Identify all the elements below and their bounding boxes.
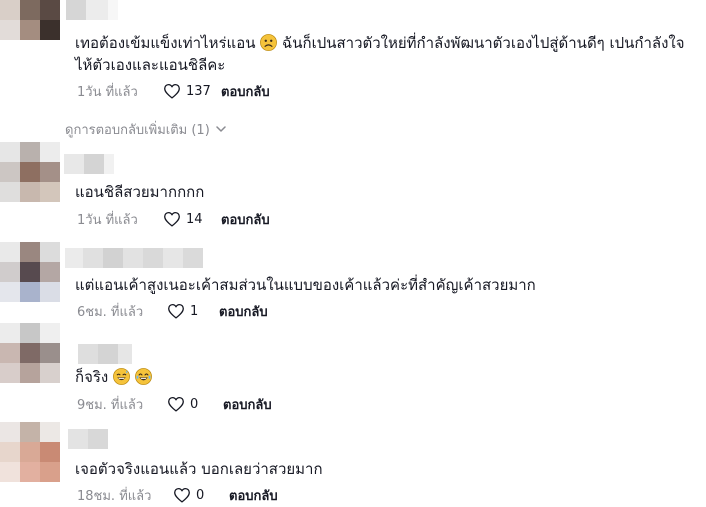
like-button[interactable]: 1 (167, 303, 219, 319)
comment-text: แต่แอนเค้าสูงเนอะเค้าสมส่วนในแบบของเค้าแ… (75, 276, 536, 294)
comment-text: แอนชิลีสวยมากกกก (75, 183, 205, 201)
reply-button[interactable]: ตอบกลับ (221, 209, 270, 230)
comment-text: เทอต้องเข้มแข็งเท่าไหร่แอน ฉันก็เปนสาวตั… (75, 34, 685, 52)
heart-outline-icon (168, 303, 184, 319)
like-count: 0 (196, 487, 205, 503)
avatar[interactable] (0, 323, 60, 383)
username-blurred[interactable] (64, 154, 114, 174)
comment-time: 18ชม. ที่แล้ว (77, 488, 152, 504)
tears-of-joy-face-emoji-icon (134, 368, 152, 385)
reply-button[interactable]: ตอบกลับ (219, 301, 268, 322)
avatar[interactable] (0, 0, 60, 60)
comment-time: 1วัน ที่แล้ว (77, 212, 138, 228)
heart-outline-icon (164, 83, 180, 99)
like-button[interactable]: 0 (167, 396, 223, 412)
comment-meta: 6ชม. ที่แล้ว 1 ตอบกลับ (77, 301, 268, 321)
reply-button[interactable]: ตอบกลับ (229, 485, 278, 506)
comment-time: 6ชม. ที่แล้ว (77, 304, 144, 320)
heart-outline-icon (174, 487, 190, 503)
view-more-replies-button[interactable]: ดูการตอบกลับเพิ่มเติม (1) (65, 119, 226, 139)
avatar[interactable] (0, 242, 60, 302)
comment-meta: 1วัน ที่แล้ว 137 ตอบกลับ (77, 81, 270, 101)
frowning-face-emoji-icon (260, 34, 278, 51)
chevron-down-icon (216, 126, 226, 132)
comment-meta: 1วัน ที่แล้ว 14 ตอบกลับ (77, 209, 270, 229)
username-blurred[interactable] (66, 0, 118, 20)
reply-button[interactable]: ตอบกลับ (223, 394, 272, 415)
comment-text: ก็จริง (75, 367, 152, 388)
heart-outline-icon (164, 211, 180, 227)
comment-time: 1วัน ที่แล้ว (77, 84, 138, 100)
comment-text: เจอตัวจริงแอนแล้ว บอกเลยว่าสวยมาก (75, 460, 323, 478)
heart-outline-icon (168, 396, 184, 412)
like-count: 0 (190, 396, 199, 412)
comment-meta: 18ชม. ที่แล้ว 0 ตอบกลับ (77, 485, 278, 505)
like-count: 137 (186, 83, 211, 99)
view-more-replies-label: ดูการตอบกลับเพิ่มเติม (1) (65, 122, 210, 138)
grinning-sweat-face-emoji-icon (113, 368, 130, 385)
comment-time: 9ชม. ที่แล้ว (77, 397, 144, 413)
like-button[interactable]: 14 (163, 211, 221, 227)
comment-text-line2: ไห้ตัวเองและแอนชิลีคะ (75, 56, 226, 74)
reply-button[interactable]: ตอบกลับ (221, 81, 270, 102)
username-blurred[interactable] (68, 429, 108, 449)
like-button[interactable]: 0 (173, 487, 229, 503)
username-blurred[interactable] (65, 248, 203, 268)
like-count: 14 (186, 211, 203, 227)
avatar[interactable] (0, 142, 60, 202)
username-blurred[interactable] (78, 344, 132, 364)
like-count: 1 (190, 303, 199, 319)
like-button[interactable]: 137 (163, 83, 221, 99)
comment-meta: 9ชม. ที่แล้ว 0 ตอบกลับ (77, 394, 272, 414)
comments-panel: เทอต้องเข้มแข็งเท่าไหร่แอน ฉันก็เปนสาวตั… (0, 0, 706, 507)
avatar[interactable] (0, 422, 60, 482)
